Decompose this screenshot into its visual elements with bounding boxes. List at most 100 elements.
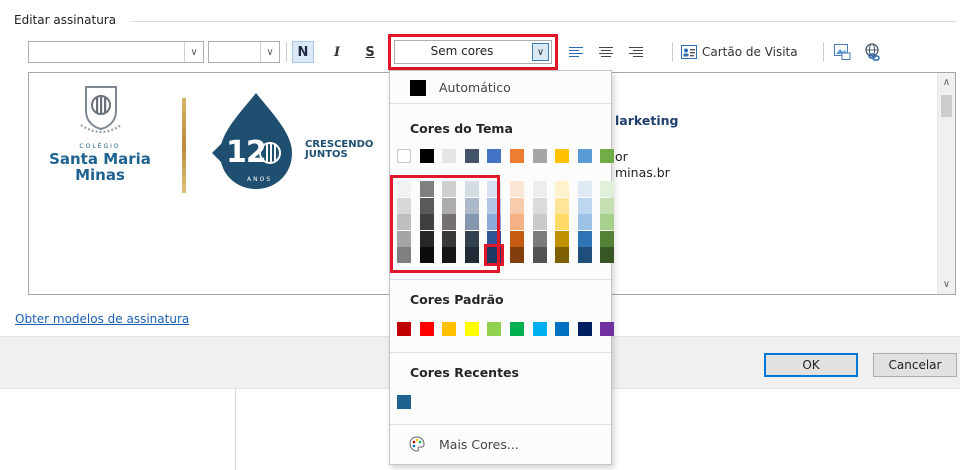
toolbar-separator <box>823 42 824 62</box>
chevron-down-icon[interactable]: ∨ <box>260 42 279 62</box>
theme-shade-swatch[interactable] <box>577 247 592 263</box>
theme-shade-swatch[interactable] <box>577 214 592 230</box>
align-center-button[interactable] <box>596 41 616 63</box>
theme-shade-swatch[interactable] <box>555 181 570 197</box>
menu-separator <box>390 352 611 353</box>
insert-hyperlink-button[interactable] <box>862 41 884 63</box>
theme-shade-swatch[interactable] <box>510 197 524 214</box>
font-family-select[interactable]: ∨ <box>28 41 204 63</box>
theme-shade-swatch[interactable] <box>532 214 547 230</box>
recent-colors-heading: Cores Recentes <box>410 365 519 380</box>
anniversary-sub: ANOS <box>247 176 273 183</box>
college-name-line-1: Santa Maria <box>49 150 151 168</box>
align-right-icon <box>629 46 643 58</box>
signature-text-line-1: larketing <box>615 113 679 128</box>
theme-shade-swatch[interactable] <box>532 230 547 247</box>
theme-shade-swatch[interactable] <box>555 197 570 214</box>
get-signature-templates-link[interactable]: Obter modelos de assinatura <box>15 312 189 326</box>
chevron-down-icon[interactable]: ∨ <box>184 42 203 62</box>
theme-color-swatch[interactable] <box>397 149 411 163</box>
recent-color-swatch[interactable] <box>397 395 411 409</box>
ok-button[interactable]: OK <box>764 353 858 377</box>
theme-shade-swatch[interactable] <box>510 230 524 247</box>
group-divider <box>130 21 956 22</box>
menu-separator <box>390 103 611 104</box>
standard-color-swatch[interactable] <box>577 322 592 336</box>
theme-color-swatch[interactable] <box>510 149 524 163</box>
scroll-down-icon[interactable]: ∨ <box>938 279 955 290</box>
standard-color-swatch[interactable] <box>397 322 411 336</box>
theme-colors-heading: Cores do Tema <box>410 121 513 136</box>
italic-button[interactable]: I <box>327 41 347 63</box>
standard-color-swatch[interactable] <box>487 322 502 336</box>
theme-shade-swatch[interactable] <box>510 247 524 263</box>
scrollbar-thumb[interactable] <box>941 95 952 117</box>
palette-icon <box>409 436 425 452</box>
theme-color-swatch[interactable] <box>555 149 570 163</box>
anniversary-number: 12 <box>226 135 267 170</box>
theme-shade-swatch[interactable] <box>600 181 615 197</box>
business-card-button[interactable]: Cartão de Visita <box>681 41 811 63</box>
menu-separator <box>390 424 611 425</box>
theme-color-swatch[interactable] <box>532 149 547 163</box>
standard-color-swatch[interactable] <box>419 322 434 336</box>
automatic-color-option[interactable]: Automático <box>439 80 511 95</box>
standard-color-swatch[interactable] <box>464 322 479 336</box>
theme-shade-swatch[interactable] <box>577 197 592 214</box>
business-card-label: Cartão de Visita <box>702 45 798 59</box>
bold-button[interactable]: N <box>292 41 314 63</box>
align-right-button[interactable] <box>626 41 646 63</box>
theme-shade-swatch[interactable] <box>577 181 592 197</box>
theme-color-swatch[interactable] <box>464 149 479 163</box>
theme-color-swatch[interactable] <box>419 149 434 163</box>
cancel-button[interactable]: Cancelar <box>873 353 957 377</box>
theme-shade-swatch[interactable] <box>532 181 547 197</box>
more-colors-option[interactable]: Mais Cores... <box>439 437 519 452</box>
theme-shade-swatch[interactable] <box>600 230 615 247</box>
hyperlink-icon <box>865 43 880 61</box>
theme-shade-swatch[interactable] <box>577 230 592 247</box>
theme-color-swatch[interactable] <box>487 149 502 163</box>
college-crest-icon <box>80 86 122 134</box>
gold-divider <box>182 98 186 193</box>
scroll-up-icon[interactable]: ∧ <box>938 77 955 88</box>
align-left-icon <box>569 46 583 58</box>
theme-shade-swatch[interactable] <box>600 214 615 230</box>
standard-color-swatch[interactable] <box>442 322 457 336</box>
signature-text-line-2: or <box>615 149 628 164</box>
theme-shade-swatch[interactable] <box>600 197 615 214</box>
standard-color-swatch[interactable] <box>510 322 524 336</box>
automatic-color-swatch[interactable] <box>410 80 426 96</box>
theme-color-swatch[interactable] <box>577 149 592 163</box>
standard-colors-heading: Cores Padrão <box>410 292 504 307</box>
highlight-theme-shades <box>390 175 500 273</box>
theme-color-swatch[interactable] <box>442 149 457 163</box>
editor-vertical-scrollbar[interactable]: ∧ ∨ <box>937 73 955 294</box>
theme-shade-swatch[interactable] <box>532 197 547 214</box>
align-left-button[interactable] <box>566 41 586 63</box>
college-small-label: COLÉGIO <box>79 143 121 150</box>
theme-shade-swatch[interactable] <box>555 214 570 230</box>
theme-shade-swatch[interactable] <box>510 181 524 197</box>
underline-button[interactable]: S <box>360 41 380 63</box>
theme-shade-swatch[interactable] <box>555 247 570 263</box>
theme-shade-swatch[interactable] <box>510 214 524 230</box>
slogan-line-2: JUNTOS <box>305 149 348 160</box>
toolbar-separator <box>286 42 287 62</box>
theme-shade-swatch[interactable] <box>532 247 547 263</box>
standard-color-swatch[interactable] <box>532 322 547 336</box>
toolbar-separator <box>672 42 673 62</box>
font-size-select[interactable]: ∨ <box>208 41 280 63</box>
standard-color-swatch[interactable] <box>600 322 615 336</box>
theme-shade-swatch[interactable] <box>555 230 570 247</box>
theme-shade-swatch[interactable] <box>600 247 615 263</box>
group-title: Editar assinatura <box>14 13 123 27</box>
align-center-icon <box>599 46 613 58</box>
theme-color-swatch[interactable] <box>600 149 615 163</box>
standard-color-swatch[interactable] <box>555 322 570 336</box>
insert-picture-icon <box>833 44 850 60</box>
menu-separator <box>390 279 611 280</box>
signature-text-line-3: minas.br <box>615 165 670 180</box>
insert-picture-button[interactable] <box>832 41 852 63</box>
pane-divider <box>235 388 236 470</box>
